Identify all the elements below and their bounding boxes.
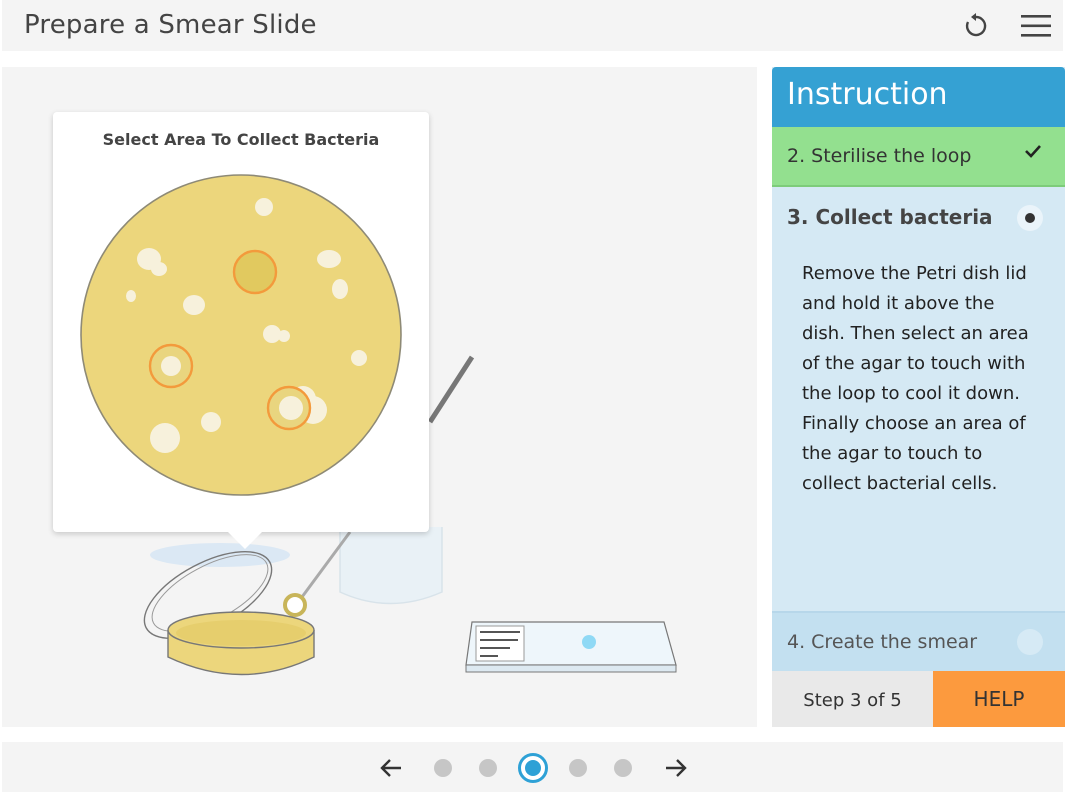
current-step-text: Remove the Petri dish lid and hold it ab… xyxy=(802,263,1029,494)
selectable-area-1[interactable] xyxy=(232,249,278,295)
beaker xyxy=(339,527,443,605)
pager-dot-3-current[interactable] xyxy=(518,753,548,783)
step-collect-bacteria: 3. Collect bacteria Remove the Petri dis… xyxy=(772,187,1065,611)
selectable-area-2[interactable] xyxy=(148,343,194,389)
current-step-title: 3. Collect bacteria xyxy=(787,205,993,229)
next-arrow-icon[interactable] xyxy=(662,754,690,782)
pager-dot-5[interactable] xyxy=(614,759,632,777)
pager-bar xyxy=(2,742,1063,792)
reset-icon[interactable] xyxy=(960,10,992,42)
agar-plate xyxy=(80,174,402,496)
page-title: Prepare a Smear Slide xyxy=(24,10,317,40)
previous-arrow-icon[interactable] xyxy=(377,754,405,782)
step-label: 4. Create the smear xyxy=(787,631,978,653)
instruction-header: Instruction xyxy=(772,67,1065,127)
step-counter: Step 3 of 5 xyxy=(772,671,933,727)
pager-dot-1[interactable] xyxy=(434,759,452,777)
instruction-panel: Instruction 2. Sterilise the loop 3. Col… xyxy=(772,67,1065,727)
simulation-stage: Select Area To Collect Bacteria xyxy=(2,67,757,727)
step-label: 2. Sterilise the loop xyxy=(787,145,972,167)
step-create-smear[interactable]: 4. Create the smear xyxy=(772,611,1065,671)
panel-footer: Step 3 of 5 HELP xyxy=(772,671,1065,727)
menu-icon[interactable] xyxy=(1020,10,1052,42)
check-icon xyxy=(1023,141,1043,167)
microscope-slide[interactable] xyxy=(465,621,677,673)
pager-dot-2[interactable] xyxy=(479,759,497,777)
petri-dish[interactable] xyxy=(167,611,315,676)
pending-step-indicator-icon xyxy=(1017,629,1043,655)
step-sterilise-loop[interactable]: 2. Sterilise the loop xyxy=(772,127,1065,187)
current-step-indicator-icon xyxy=(1017,205,1043,231)
popup-tail xyxy=(227,531,263,549)
top-bar: Prepare a Smear Slide xyxy=(2,0,1063,51)
pager-dot-4[interactable] xyxy=(569,759,587,777)
select-area-popup: Select Area To Collect Bacteria xyxy=(53,112,429,549)
agar-plate-zoom xyxy=(80,174,402,496)
help-button[interactable]: HELP xyxy=(933,671,1065,727)
